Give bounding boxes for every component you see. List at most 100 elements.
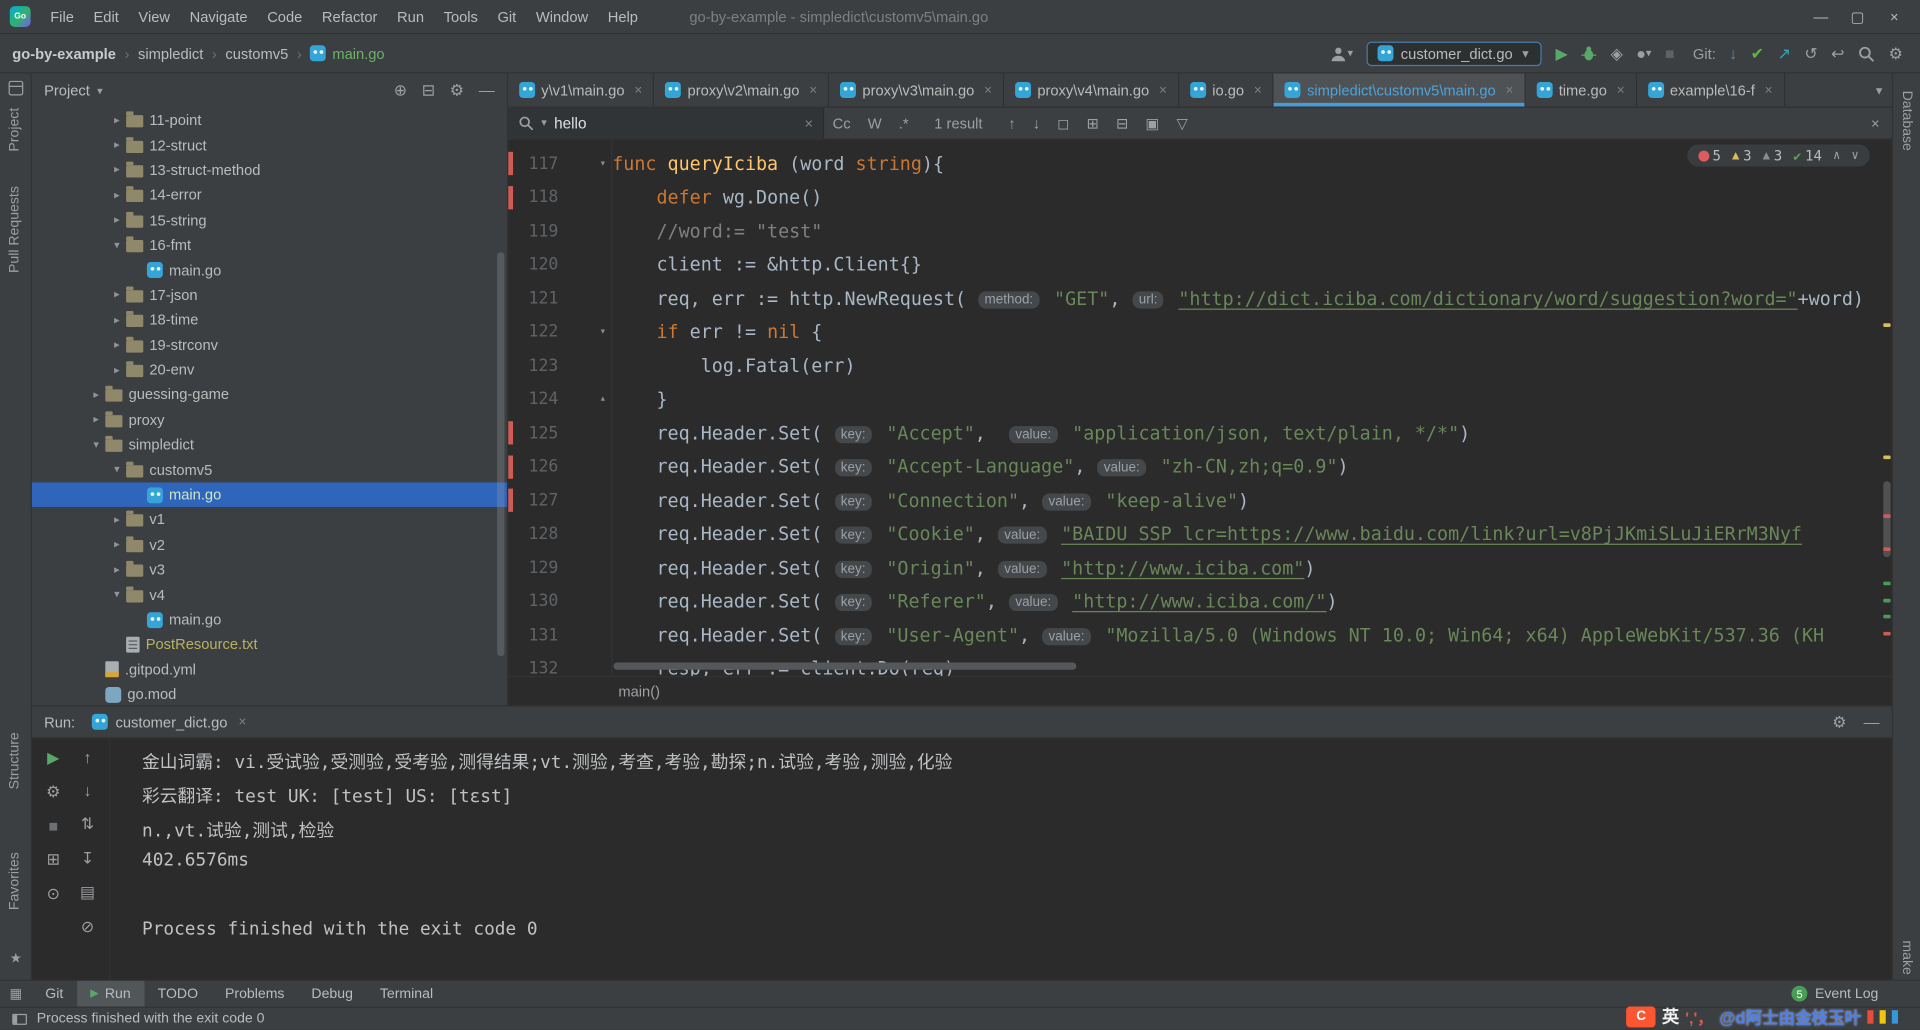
- error-stripe[interactable]: [1882, 140, 1892, 676]
- restore-layout-icon[interactable]: ⊞: [43, 850, 63, 870]
- gear-icon[interactable]: ⚙: [1832, 712, 1846, 732]
- tree-right-arrow-icon[interactable]: ▸: [108, 213, 126, 226]
- profiler-button[interactable]: ● ▾: [1636, 44, 1651, 62]
- run-console-tab[interactable]: customer_dict.go ×: [92, 713, 246, 730]
- toolwindow-tab-debug[interactable]: Debug: [298, 981, 366, 1007]
- event-log[interactable]: 5 Event Log: [1791, 985, 1878, 1002]
- commit-icon[interactable]: ✔: [1751, 43, 1764, 63]
- line-number[interactable]: 117: [514, 154, 559, 174]
- stripe-favorites[interactable]: Favorites: [7, 852, 22, 910]
- tree-item-go-mod[interactable]: go.mod: [32, 682, 507, 705]
- prev-problem-icon[interactable]: ∧: [1833, 149, 1840, 162]
- code-line-119[interactable]: 119 //word:= "test": [508, 214, 1882, 248]
- editor-tab-time-go[interactable]: time.go ×: [1526, 73, 1637, 107]
- run-button[interactable]: ▶: [1555, 43, 1567, 63]
- tab-close-icon[interactable]: ×: [809, 83, 817, 98]
- tab-close-icon[interactable]: ×: [634, 83, 642, 98]
- code-line-129[interactable]: 129 req.Header.Set( key: "Origin", value…: [508, 551, 1882, 585]
- line-number[interactable]: 132: [514, 659, 559, 676]
- regex-toggle[interactable]: .*: [899, 114, 909, 131]
- hidden-tabs-icon[interactable]: ▼: [1874, 73, 1885, 106]
- tree-item-simpledict[interactable]: ▾ simpledict: [32, 432, 507, 457]
- line-number[interactable]: 125: [514, 423, 559, 443]
- code-line-131[interactable]: 131 req.Header.Set( key: "User-Agent", v…: [508, 618, 1882, 652]
- code-line-130[interactable]: 130 req.Header.Set( key: "Referer", valu…: [508, 585, 1882, 619]
- tree-right-arrow-icon[interactable]: ▸: [108, 363, 126, 376]
- stripe-make[interactable]: make: [1899, 940, 1914, 974]
- tree-item-15-string[interactable]: ▸ 15-string: [32, 208, 507, 233]
- locate-icon[interactable]: ⊕: [394, 81, 407, 101]
- stop-button[interactable]: ■: [1665, 44, 1675, 62]
- scrollbar-thumb[interactable]: [1883, 481, 1891, 558]
- breadcrumb-item-main-go[interactable]: main.go: [310, 45, 385, 62]
- tree-item-17-json[interactable]: ▸ 17-json: [32, 283, 507, 308]
- tree-item-gitpod-yml[interactable]: .gitpod.yml: [32, 657, 507, 682]
- scroll-to-end-icon[interactable]: ↧: [78, 849, 98, 869]
- tab-close-icon[interactable]: ×: [1506, 83, 1514, 98]
- code-editor[interactable]: 117 ▾ func queryIciba (word string){118 de…: [508, 139, 1892, 676]
- tree-right-arrow-icon[interactable]: ▸: [108, 288, 126, 301]
- line-number[interactable]: 119: [514, 221, 559, 241]
- tree-right-arrow-icon[interactable]: ▸: [108, 113, 126, 126]
- tree-down-arrow-icon[interactable]: ▾: [87, 438, 105, 451]
- tree-down-arrow-icon[interactable]: ▾: [108, 588, 126, 601]
- tree-right-arrow-icon[interactable]: ▸: [87, 413, 105, 426]
- tree-right-arrow-icon[interactable]: ▸: [108, 138, 126, 151]
- tree-right-arrow-icon[interactable]: ▸: [108, 163, 126, 176]
- tree-right-arrow-icon[interactable]: ▸: [108, 338, 126, 351]
- toolwindow-tab-todo[interactable]: TODO: [144, 981, 211, 1007]
- inspections-widget[interactable]: 5 ▲ 3 ▲ 3 ✔ 14 ∧ ∨: [1686, 144, 1870, 167]
- menu-view[interactable]: View: [129, 4, 180, 28]
- line-number[interactable]: 121: [514, 289, 559, 309]
- toolwindow-tab-terminal[interactable]: Terminal: [366, 981, 446, 1007]
- filter-icon[interactable]: ▽: [1177, 114, 1188, 131]
- toolwindow-tab-git[interactable]: Git: [32, 981, 77, 1007]
- coverage-button[interactable]: ◈: [1611, 43, 1623, 63]
- editor-tab-proxy-v3-main-go[interactable]: proxy\v3\main.go ×: [829, 73, 1005, 107]
- menu-refactor[interactable]: Refactor: [312, 4, 387, 28]
- tree-right-arrow-icon[interactable]: ▸: [108, 513, 126, 526]
- code-line-121[interactable]: 121 req, err := http.NewRequest( method:…: [508, 282, 1882, 316]
- toolwindow-toggle-icon[interactable]: [12, 1013, 27, 1025]
- line-number[interactable]: 128: [514, 524, 559, 544]
- run-output[interactable]: 金山词霸: vi.受试验,受测验,受考验,测得结果;vt.测验,考查,考验,勘探…: [110, 738, 1892, 979]
- code-line-123[interactable]: 123 log.Fatal(err): [508, 349, 1882, 383]
- tab-close-icon[interactable]: ×: [1617, 83, 1625, 98]
- close-find-bar-icon[interactable]: ×: [1871, 114, 1880, 131]
- tree-down-arrow-icon[interactable]: ▾: [108, 238, 126, 251]
- tree-item-11-point[interactable]: ▸ 11-point: [32, 108, 507, 133]
- stripe-structure[interactable]: Structure: [7, 732, 22, 789]
- tree-item-19-strconv[interactable]: ▸ 19-strconv: [32, 332, 507, 357]
- breadcrumb-item-simpledict[interactable]: simpledict: [138, 45, 203, 62]
- editor-tab-proxy-v2-main-go[interactable]: proxy\v2\main.go ×: [654, 73, 830, 107]
- tree-down-arrow-icon[interactable]: ▾: [108, 463, 126, 476]
- stop-icon[interactable]: ■: [43, 817, 63, 835]
- minimize-button[interactable]: —: [1802, 8, 1839, 25]
- menu-window[interactable]: Window: [526, 4, 598, 28]
- menu-git[interactable]: Git: [488, 4, 526, 28]
- rollback-icon[interactable]: ↩: [1831, 43, 1844, 63]
- tree-item-guessing-game[interactable]: ▸ guessing-game: [32, 382, 507, 407]
- next-problem-icon[interactable]: ∨: [1851, 149, 1858, 162]
- stripe-pull-requests[interactable]: Pull Requests: [7, 186, 22, 273]
- tree-right-arrow-icon[interactable]: ▸: [87, 388, 105, 401]
- close-icon[interactable]: ×: [238, 714, 246, 729]
- tree-item-v1[interactable]: ▸ v1: [32, 507, 507, 532]
- menu-edit[interactable]: Edit: [84, 4, 129, 28]
- tree-item-v3[interactable]: ▸ v3: [32, 557, 507, 582]
- settings-icon[interactable]: ⚙: [450, 81, 464, 101]
- menu-run[interactable]: Run: [387, 4, 434, 28]
- project-scrollbar[interactable]: [497, 252, 505, 657]
- line-number[interactable]: 124: [514, 390, 559, 410]
- push-icon[interactable]: ↗: [1778, 43, 1791, 63]
- project-panel-header[interactable]: Project ▾ ⊕ ⊟ ⚙ —: [32, 73, 507, 107]
- collapse-all-icon[interactable]: ⊟: [422, 81, 435, 101]
- settings-icon[interactable]: ⚙: [43, 782, 63, 802]
- editor-tab-y-v1-main-go[interactable]: y\v1\main.go ×: [508, 73, 655, 107]
- tree-right-arrow-icon[interactable]: ▸: [108, 538, 126, 551]
- fold-marker-icon[interactable]: ▾: [558, 158, 612, 170]
- stripe-project[interactable]: Project: [7, 108, 22, 152]
- next-match-icon[interactable]: ↓: [1033, 114, 1040, 131]
- code-line-120[interactable]: 120 client := &http.Client{}: [508, 248, 1882, 282]
- next-occurrence-icon[interactable]: ↓: [78, 781, 98, 799]
